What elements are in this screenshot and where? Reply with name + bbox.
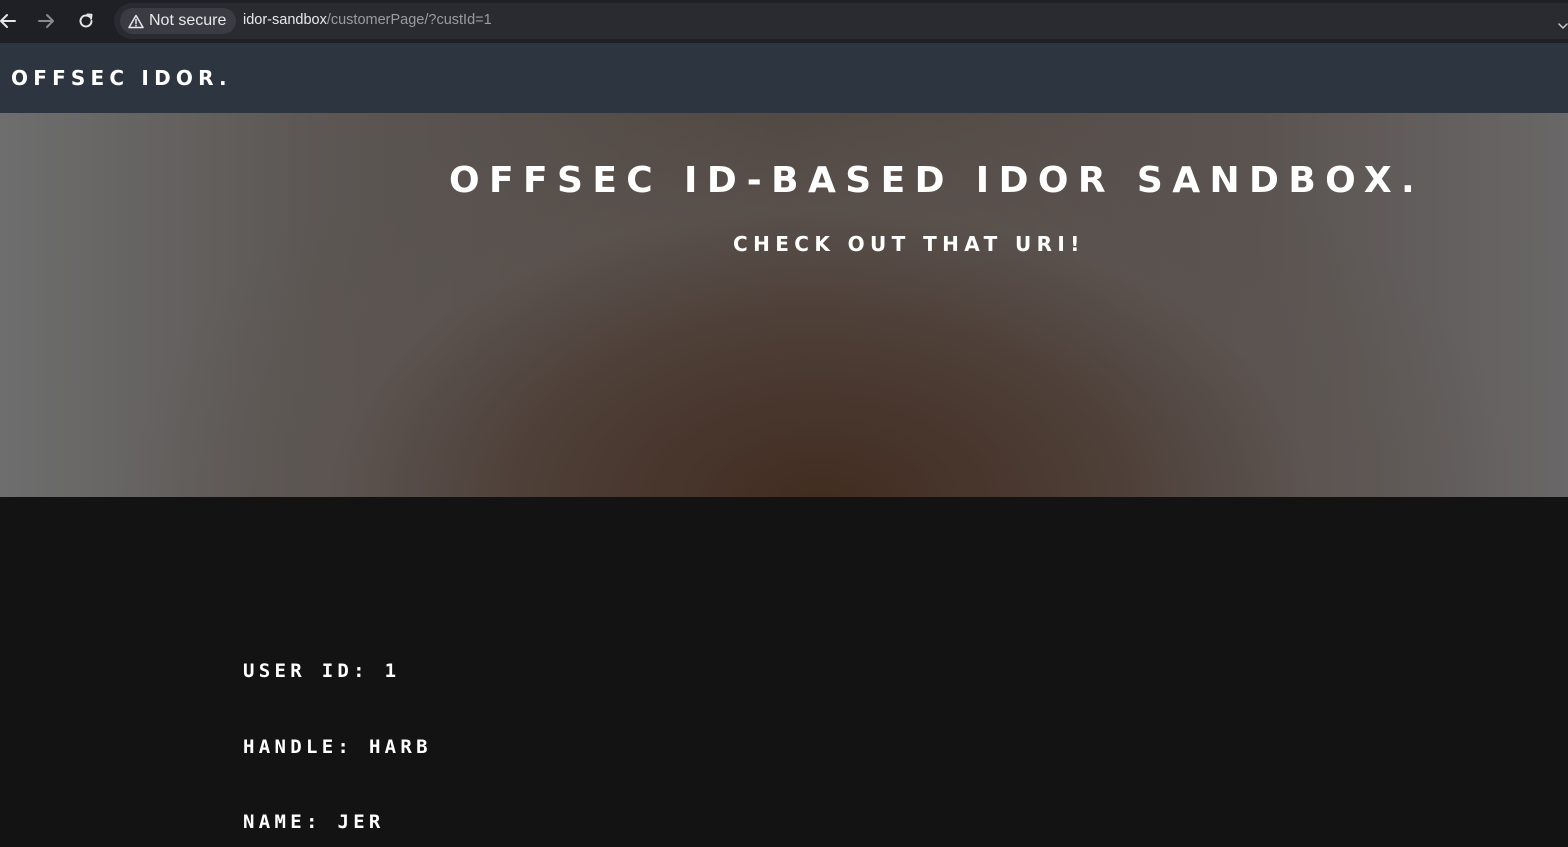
arrow-right-icon	[37, 12, 55, 30]
reload-button[interactable]	[74, 9, 98, 33]
name-field: NAME: JER	[243, 811, 385, 833]
name-value: JER	[337, 811, 385, 833]
arrow-left-icon	[0, 12, 17, 30]
address-bar[interactable]: Not secure idor-sandbox/customerPage/?cu…	[114, 3, 1568, 39]
security-indicator[interactable]: Not secure	[120, 8, 237, 34]
user-id-field: USER ID: 1	[243, 660, 400, 682]
warning-triangle-icon	[128, 14, 144, 29]
url-path: /customerPage/?custId=1	[326, 12, 492, 28]
hero-subtitle: CHECK OUT THAT URI!	[733, 232, 1085, 256]
customer-details: USER ID: 1 HANDLE: HARB NAME: JER	[0, 497, 1568, 847]
site-navbar: OFFSEC IDOR.	[0, 43, 1568, 113]
name-label: NAME:	[243, 811, 322, 833]
back-button[interactable]	[0, 9, 20, 33]
hero-title: OFFSEC ID-BASED IDOR SANDBOX.	[449, 160, 1425, 201]
user-id-value: 1	[384, 660, 401, 682]
chevron-down-icon[interactable]	[1558, 15, 1568, 34]
url-host: idor-sandbox	[243, 12, 327, 28]
handle-label: HANDLE:	[243, 736, 354, 758]
brand-logo[interactable]: OFFSEC IDOR.	[11, 66, 232, 90]
browser-toolbar: Not secure idor-sandbox/customerPage/?cu…	[0, 0, 1568, 43]
handle-field: HANDLE: HARB	[243, 736, 432, 758]
reload-icon	[77, 12, 95, 30]
forward-button[interactable]	[34, 9, 58, 33]
security-label: Not secure	[149, 12, 227, 29]
user-id-label: USER ID:	[243, 660, 369, 682]
hero-banner: OFFSEC ID-BASED IDOR SANDBOX. CHECK OUT …	[0, 113, 1568, 497]
handle-value: HARB	[368, 736, 432, 758]
url-text[interactable]: idor-sandbox/customerPage/?custId=1	[243, 12, 492, 28]
